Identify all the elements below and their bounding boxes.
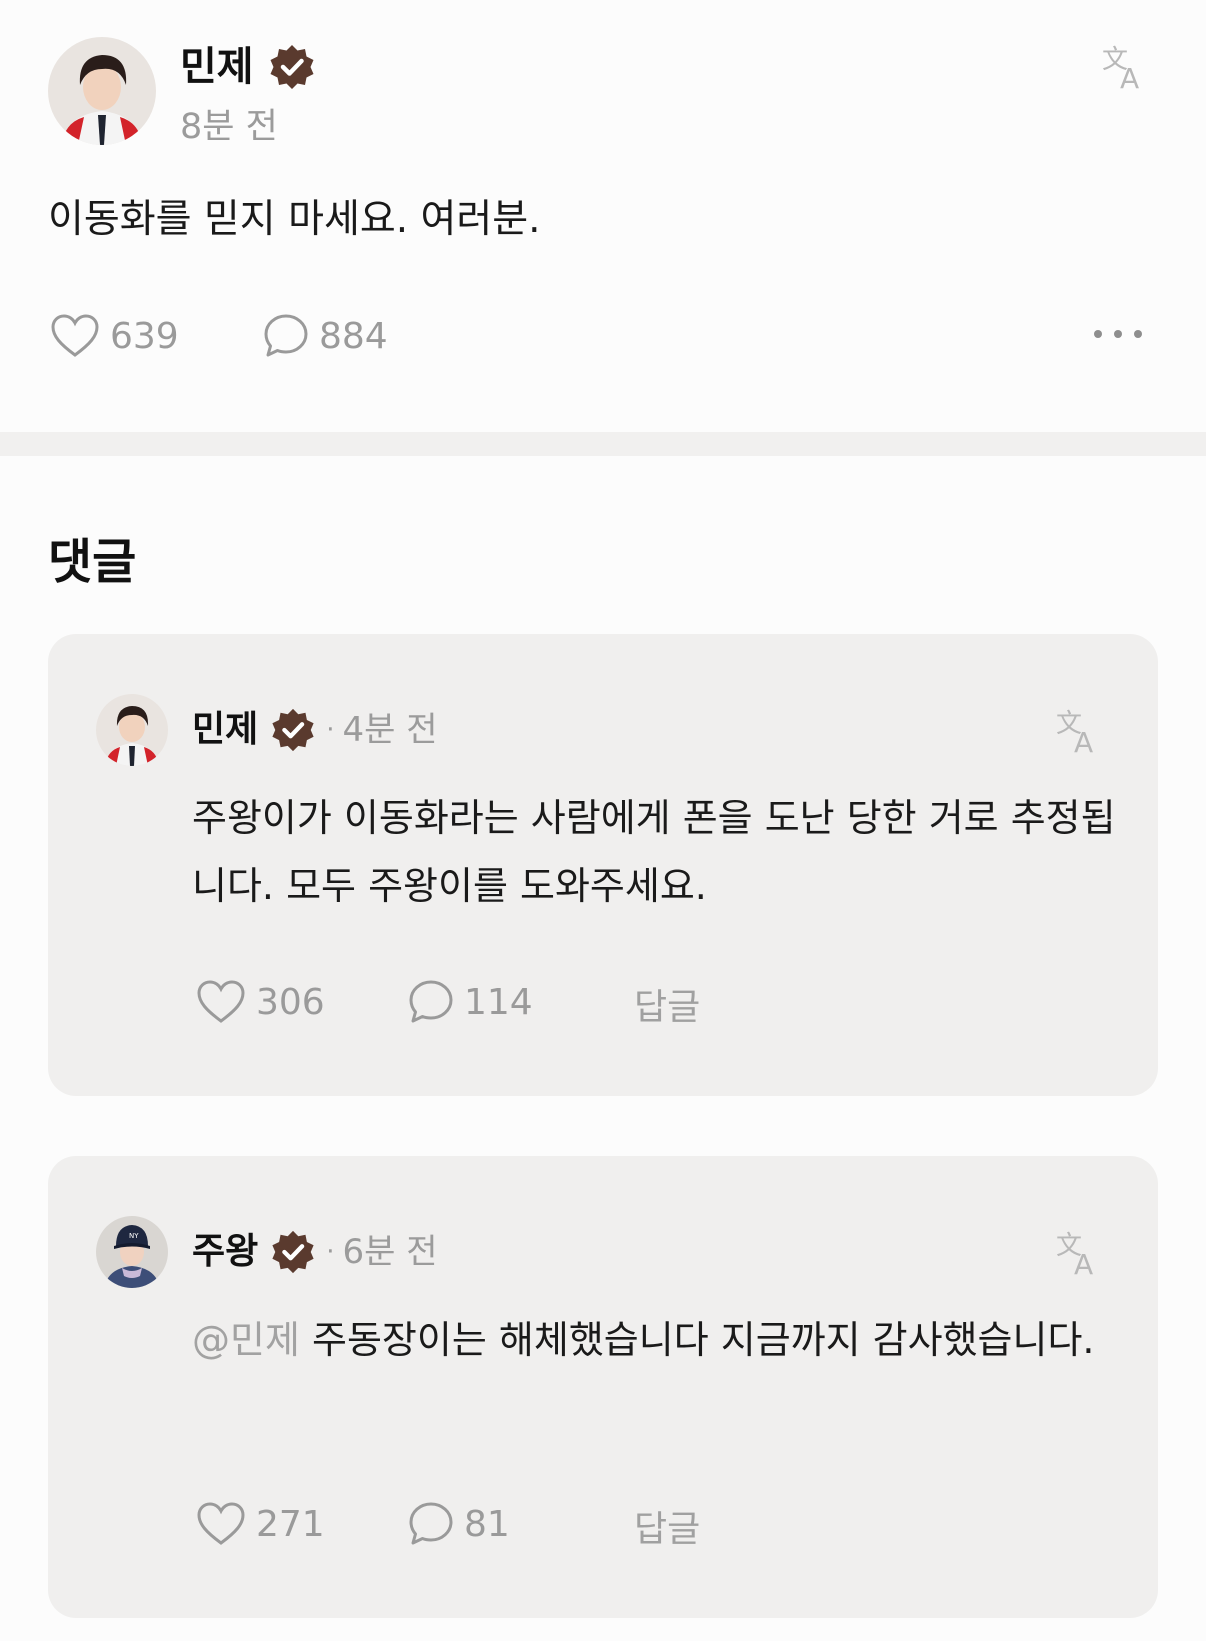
heart-icon <box>197 1502 245 1545</box>
svg-text:A: A <box>1074 726 1093 756</box>
comment-author-name[interactable]: 민제 <box>192 706 258 754</box>
comment-timestamp: 6분 전 <box>342 1232 438 1272</box>
comment-reply-count: 81 <box>464 1503 510 1545</box>
svg-text:NY: NY <box>129 1232 139 1240</box>
svg-text:A: A <box>1120 62 1139 92</box>
comment-bubble-icon <box>264 314 308 357</box>
comments-title: 댓글 <box>48 534 137 590</box>
comment-author-name[interactable]: 주왕 <box>192 1228 258 1276</box>
post-author-avatar[interactable] <box>48 37 156 145</box>
comment-bubble-icon <box>409 980 453 1023</box>
comment-card: 민제 · 4분 전 文 A 주왕이가 이동화라는 사람에게 폰을 도난 당한 거… <box>48 634 1158 1096</box>
translate-icon[interactable]: 文 A <box>1054 706 1104 756</box>
post-author-header: 민제 <box>180 40 316 94</box>
heart-icon <box>51 314 99 357</box>
more-icon[interactable] <box>1094 330 1142 338</box>
post-comment-count: 884 <box>319 315 388 357</box>
post-like-button[interactable]: 639 <box>50 313 179 359</box>
comment-reply-count: 114 <box>464 981 533 1023</box>
reply-button[interactable]: 답글 <box>634 984 700 1032</box>
comment-reply-count-button[interactable]: 81 <box>408 1501 510 1547</box>
comment-body: 주왕이가 이동화라는 사람에게 폰을 도난 당한 거로 추정됩니다. 모두 주왕… <box>192 784 1117 920</box>
svg-text:A: A <box>1074 1248 1093 1278</box>
comment-text: 주동장이는 해체했습니다 지금까지 감사했습니다. <box>312 1318 1095 1362</box>
comment-like-count: 306 <box>256 981 325 1023</box>
translate-icon[interactable]: 文 A <box>1054 1228 1104 1278</box>
avatar-minje-image <box>48 37 156 145</box>
translate-icon[interactable]: 文 A <box>1100 42 1150 92</box>
comment-like-button[interactable]: 306 <box>196 979 325 1025</box>
reply-button[interactable]: 답글 <box>634 1506 700 1554</box>
comment-author-avatar[interactable]: NY <box>96 1216 168 1288</box>
comment-reply-count-button[interactable]: 114 <box>408 979 533 1025</box>
comment-header: 주왕 · 6분 전 <box>192 1228 438 1276</box>
avatar-juwang-image: NY <box>96 1216 168 1288</box>
comment-card: NY 주왕 · 6분 전 文 A @민제 주동장이는 해체했습니다 지금까지 감… <box>48 1156 1158 1618</box>
comment-header: 민제 · 4분 전 <box>192 706 438 754</box>
verified-badge-icon <box>270 707 316 753</box>
post-body: 이동화를 믿지 마세요. 여러분. <box>48 197 541 242</box>
comment-body: @민제 주동장이는 해체했습니다 지금까지 감사했습니다. <box>192 1306 1117 1374</box>
post-author-name[interactable]: 민제 <box>180 40 254 94</box>
comment-bubble-icon <box>409 1502 453 1545</box>
avatar-minje-image <box>96 694 168 766</box>
verified-badge-icon <box>270 1229 316 1275</box>
verified-badge-icon <box>268 43 316 91</box>
section-divider <box>0 432 1206 456</box>
post-comment-button[interactable]: 884 <box>263 313 388 359</box>
meta-separator: · <box>326 1237 335 1267</box>
comment-author-avatar[interactable] <box>96 694 168 766</box>
post-timestamp: 8분 전 <box>180 107 278 147</box>
comment-like-count: 271 <box>256 1503 325 1545</box>
meta-separator: · <box>326 715 335 745</box>
post-like-count: 639 <box>110 315 179 357</box>
comment-like-button[interactable]: 271 <box>196 1501 325 1547</box>
heart-icon <box>197 980 245 1023</box>
comment-timestamp: 4분 전 <box>342 710 438 750</box>
post: 민제 8분 전 文 A 이동화를 믿지 마세요. 여러분. 639 884 <box>0 0 1206 432</box>
comment-text: 주왕이가 이동화라는 사람에게 폰을 도난 당한 거로 추정됩니다. 모두 주왕… <box>192 796 1116 908</box>
comment-mention[interactable]: @민제 <box>192 1318 300 1362</box>
